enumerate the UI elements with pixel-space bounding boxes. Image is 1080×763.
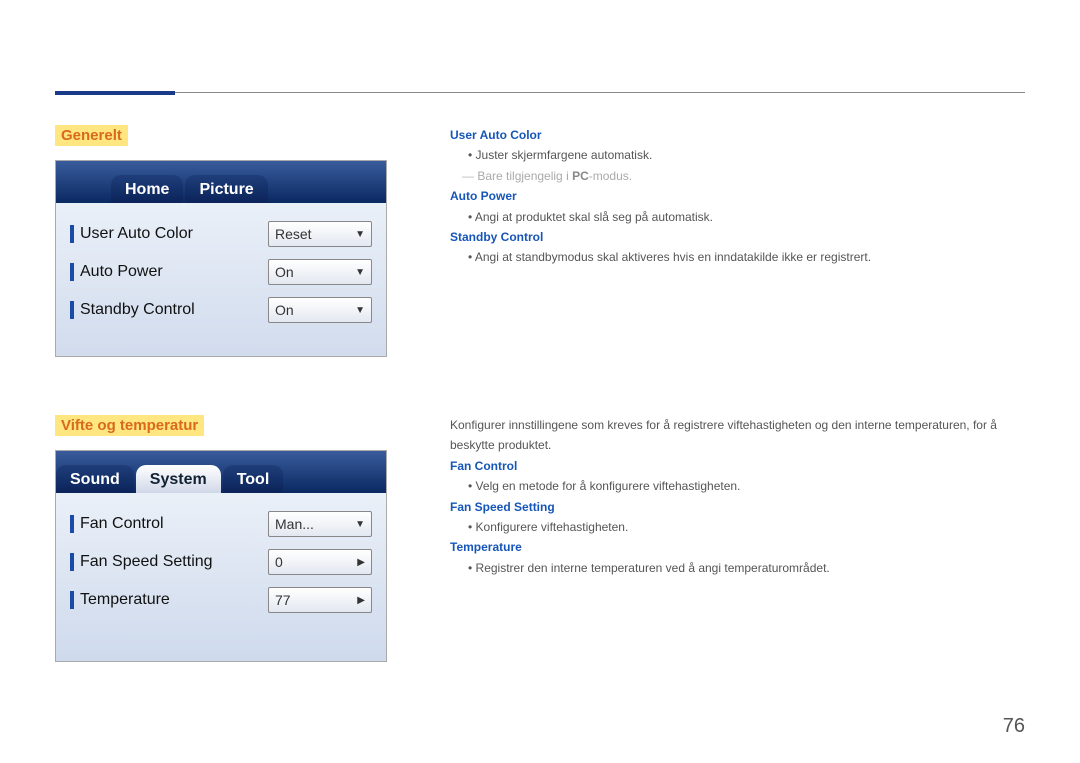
dropdown-value: Man... — [275, 516, 314, 532]
row-fan-speed: Fan Speed Setting 0 ▶ — [70, 543, 372, 581]
header-accent — [55, 91, 175, 95]
row-fan-control: Fan Control Man... ▼ — [70, 505, 372, 543]
heading-temperature: Temperature — [450, 537, 1020, 557]
label-user-auto-color: User Auto Color — [80, 225, 268, 243]
row-marker-icon — [70, 225, 74, 243]
dropdown-user-auto-color[interactable]: Reset ▼ — [268, 221, 372, 247]
row-standby-control: Standby Control On ▼ — [70, 291, 372, 329]
heading-user-auto-color: User Auto Color — [450, 125, 1020, 145]
chevron-down-icon: ▼ — [355, 305, 365, 316]
generelt-heading: Generelt — [55, 125, 128, 146]
tab-system[interactable]: System — [136, 465, 221, 493]
row-marker-icon — [70, 553, 74, 571]
desc-standby-control: Angi at standbymodus skal aktiveres hvis… — [450, 247, 1020, 267]
heading-fan-control: Fan Control — [450, 456, 1020, 476]
intro-vifte: Konfigurer innstillingene som kreves for… — [450, 415, 1020, 456]
settings-area-1: User Auto Color Reset ▼ Auto Power On ▼ … — [56, 203, 386, 357]
tab-bar-1: Home Picture — [56, 161, 386, 203]
screenshot-vifte: Sound System Tool Fan Control Man... ▼ F… — [55, 450, 387, 662]
desc-user-auto-color: Juster skjermfargene automatisk. — [450, 145, 1020, 165]
tab-sound[interactable]: Sound — [56, 465, 134, 493]
pc-note-bold: PC — [572, 169, 589, 183]
dropdown-standby-control[interactable]: On ▼ — [268, 297, 372, 323]
label-fan-control: Fan Control — [80, 515, 268, 533]
dropdown-value: On — [275, 264, 294, 280]
pc-note-pre: Bare tilgjengelig i — [477, 169, 572, 183]
stepper-fan-speed[interactable]: 0 ▶ — [268, 549, 372, 575]
chevron-down-icon: ▼ — [355, 519, 365, 530]
stepper-value: 77 — [275, 592, 291, 608]
tab-picture[interactable]: Picture — [185, 175, 267, 203]
header-rule — [55, 92, 1025, 93]
heading-standby-control: Standby Control — [450, 227, 1020, 247]
right-text-generelt: User Auto Color Juster skjermfargene aut… — [450, 125, 1020, 268]
vifte-heading: Vifte og temperatur — [55, 415, 204, 436]
label-standby-control: Standby Control — [80, 301, 268, 319]
desc-fan-speed: Konfigurere viftehastigheten. — [450, 517, 1020, 537]
chevron-down-icon: ▼ — [355, 229, 365, 240]
heading-fan-speed: Fan Speed Setting — [450, 497, 1020, 517]
label-auto-power: Auto Power — [80, 263, 268, 281]
pc-note-post: -modus. — [589, 169, 632, 183]
chevron-right-icon: ▶ — [357, 595, 365, 606]
row-marker-icon — [70, 263, 74, 281]
label-fan-speed: Fan Speed Setting — [80, 553, 268, 571]
dropdown-auto-power[interactable]: On ▼ — [268, 259, 372, 285]
row-marker-icon — [70, 591, 74, 609]
heading-auto-power: Auto Power — [450, 186, 1020, 206]
desc-temperature: Registrer den interne temperaturen ved å… — [450, 558, 1020, 578]
chevron-right-icon: ▶ — [357, 557, 365, 568]
dropdown-fan-control[interactable]: Man... ▼ — [268, 511, 372, 537]
chevron-down-icon: ▼ — [355, 267, 365, 278]
row-temperature: Temperature 77 ▶ — [70, 581, 372, 619]
tab-bar-2: Sound System Tool — [56, 451, 386, 493]
settings-area-2: Fan Control Man... ▼ Fan Speed Setting 0… — [56, 493, 386, 662]
pc-mode-note: Bare tilgjengelig i PC-modus. — [450, 166, 1020, 186]
desc-fan-control: Velg en metode for å konfigurere vifteha… — [450, 476, 1020, 496]
desc-auto-power: Angi at produktet skal slå seg på automa… — [450, 207, 1020, 227]
stepper-value: 0 — [275, 554, 283, 570]
row-marker-icon — [70, 301, 74, 319]
page-number: 76 — [1003, 715, 1025, 738]
row-user-auto-color: User Auto Color Reset ▼ — [70, 215, 372, 253]
right-text-vifte: Konfigurer innstillingene som kreves for… — [450, 415, 1020, 578]
row-auto-power: Auto Power On ▼ — [70, 253, 372, 291]
tab-home[interactable]: Home — [111, 175, 183, 203]
tab-tool[interactable]: Tool — [223, 465, 284, 493]
stepper-temperature[interactable]: 77 ▶ — [268, 587, 372, 613]
screenshot-generelt: Home Picture User Auto Color Reset ▼ Aut… — [55, 160, 387, 357]
label-temperature: Temperature — [80, 591, 268, 609]
dropdown-value: On — [275, 302, 294, 318]
row-marker-icon — [70, 515, 74, 533]
dropdown-value: Reset — [275, 226, 312, 242]
